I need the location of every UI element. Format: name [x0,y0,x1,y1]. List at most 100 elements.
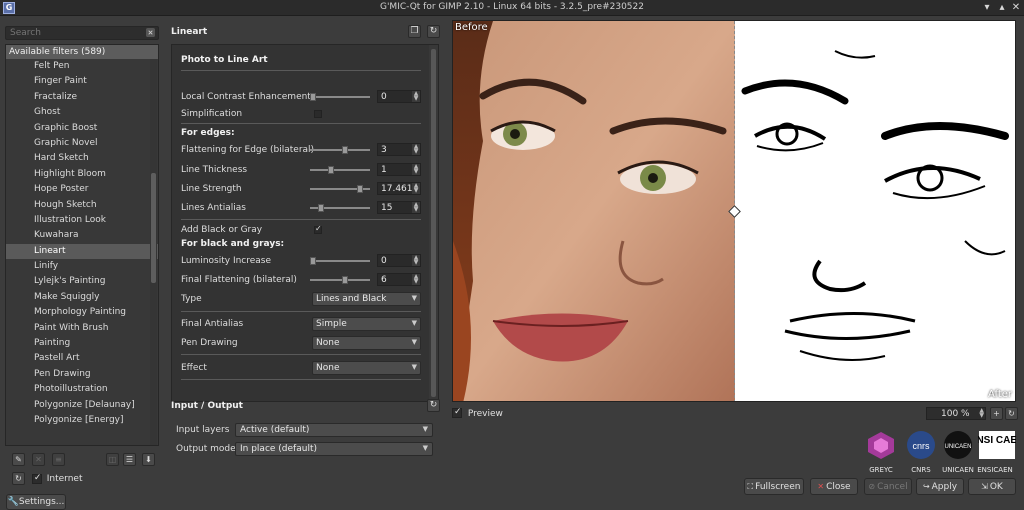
preview-checkbox[interactable] [452,407,462,418]
spin-arrows-icon[interactable]: ▲ ▼ [412,274,420,285]
filter-list-item[interactable]: Linify [6,259,158,274]
preview-canvas[interactable]: Before After [452,20,1016,402]
scrollbar-thumb[interactable] [151,173,156,283]
slider-knob[interactable] [342,146,349,154]
spin-arrows-icon[interactable]: ▲ ▼ [412,144,420,155]
filter-list-item[interactable]: Graphic Novel [6,136,158,151]
scrollbar-thumb[interactable] [431,49,436,397]
preview-label: Preview [467,408,503,419]
filter-list-item[interactable]: Photoillustration [6,382,158,397]
lines-antialias-spinbox[interactable]: 15 ▲ ▼ [377,201,421,214]
search-input[interactable] [6,27,146,39]
effect-dropdown[interactable]: None ▼ [312,361,421,375]
slider-knob[interactable] [327,166,334,174]
internet-checkbox[interactable] [31,473,42,484]
flattening-edge-spinbox[interactable]: 3 ▲ ▼ [377,143,421,156]
divider [181,354,421,355]
filter-list-item[interactable]: Kuwahara [6,228,158,243]
spin-arrows-icon[interactable]: ▲ ▼ [412,164,420,175]
edges-section-header: For edges: [181,128,235,138]
local-contrast-spinbox[interactable]: 0 ▲ ▼ [377,90,421,103]
filter-list-item[interactable]: Hard Sketch [6,151,158,166]
filter-list-item[interactable]: Highlight Bloom [6,167,158,182]
filter-list-item[interactable]: Felt Pen [6,59,158,74]
spin-arrows-icon[interactable]: ▲ ▼ [412,91,420,102]
filter-list-item[interactable]: Pen Drawing [6,367,158,382]
flattening-edge-slider[interactable] [310,145,370,155]
ok-button[interactable]: ⇲ OK [968,478,1016,495]
filter-list-item[interactable]: Polygonize [Energy] [6,413,158,428]
reset-io-icon[interactable]: ↻ [427,399,440,412]
rename-fave-icon[interactable]: ≡ [52,453,65,466]
luminosity-spinbox[interactable]: 0 ▲ ▼ [377,254,421,267]
settings-button[interactable]: 🔧Settings... [6,494,66,510]
slider-knob[interactable] [356,185,363,193]
filter-list-item[interactable]: Paint With Brush [6,321,158,336]
type-dropdown[interactable]: Lines and Black ▼ [312,292,421,306]
close-window-icon[interactable]: ✕ [1010,2,1022,14]
filter-list-item[interactable]: Ghost [6,105,158,120]
zoom-in-icon[interactable]: + [990,407,1003,420]
add-fave-icon[interactable]: ✎ [12,453,25,466]
slider-knob[interactable] [310,93,316,101]
pen-drawing-dropdown[interactable]: None ▼ [312,336,421,350]
line-strength-slider[interactable] [310,184,370,194]
luminosity-slider[interactable] [310,256,370,266]
visibility-icon[interactable]: ◫ [106,453,119,466]
fullscreen-button[interactable]: ⛶ Fullscreen [744,478,804,495]
search-clear-icon[interactable] [146,28,155,37]
ok-icon: ⇲ [981,482,988,491]
final-flattening-spinbox[interactable]: 6 ▲ ▼ [377,273,421,286]
filter-list-item[interactable]: Lineart [6,243,158,260]
lines-antialias-slider[interactable] [310,203,370,213]
remove-fave-icon[interactable]: ✕ [32,453,45,466]
cancel-button[interactable]: ⊘ Cancel [864,478,912,495]
filter-list-item[interactable]: Graphic Boost [6,121,158,136]
line-thickness-slider[interactable] [310,165,370,175]
simplification-checkbox[interactable] [314,110,322,118]
maximize-icon[interactable]: ▴ [996,2,1008,14]
expand-collapse-icon[interactable]: ☰ [123,453,136,466]
filter-list-item[interactable]: Lylejk's Painting [6,274,158,289]
filter-list-item[interactable]: Polygonize [Delaunay] [6,398,158,413]
apply-button[interactable]: ↪ Apply [916,478,964,495]
reset-params-icon[interactable]: ↻ [427,25,440,38]
slider-knob[interactable] [342,276,349,284]
preview-toggle[interactable]: Preview [452,407,503,419]
filter-list-item[interactable]: Hope Poster [6,182,158,197]
spin-arrows-icon[interactable]: ▲ ▼ [412,183,420,194]
slider-knob[interactable] [318,204,325,212]
filter-list-item[interactable]: Fractalize [6,90,158,105]
filter-list-item[interactable]: Hough Sketch [6,198,158,213]
internet-toggle[interactable]: ↻ Internet [12,472,152,486]
filter-list-item[interactable]: Painting [6,336,158,351]
output-mode-dropdown[interactable]: In place (default) ▼ [235,442,433,456]
filter-list-item[interactable]: Pastell Art [6,351,158,366]
spin-arrows-icon[interactable]: ▲ ▼ [979,408,984,419]
minimize-icon[interactable]: ▾ [981,2,993,14]
filter-list-item[interactable]: Illustration Look [6,213,158,228]
slider-knob[interactable] [310,257,316,265]
spin-arrows-icon[interactable]: ▲ ▼ [412,202,420,213]
line-thickness-spinbox[interactable]: 1 ▲ ▼ [377,163,421,176]
final-antialias-dropdown[interactable]: Simple ▼ [312,317,421,331]
filter-list-scrollbar[interactable] [150,59,157,445]
spin-arrows-icon[interactable]: ▲ ▼ [412,255,420,266]
add-black-gray-checkbox[interactable] [314,224,322,234]
filter-list-header[interactable]: Available filters (589) [6,45,158,59]
filter-tree[interactable]: Available filters (589) Felt Pen Finger P… [5,44,159,446]
zoom-reset-icon[interactable]: ↻ [1005,407,1018,420]
download-icon[interactable]: ⬇ [142,453,155,466]
filter-list-item[interactable]: Finger Paint [6,74,158,89]
filter-list-item[interactable]: Morphology Painting [6,305,158,320]
params-scrollbar[interactable] [429,45,438,401]
line-strength-spinbox[interactable]: 17.461 ▲ ▼ [377,182,421,195]
local-contrast-slider[interactable] [310,92,370,102]
refresh-icon[interactable]: ↻ [12,472,25,485]
input-layers-dropdown[interactable]: Active (default) ▼ [235,423,433,437]
close-button[interactable]: ✕ Close [810,478,858,495]
zoom-spinbox[interactable]: 100 % ▲ ▼ [926,407,986,420]
filter-list-item[interactable]: Make Squiggly [6,290,158,305]
final-flattening-slider[interactable] [310,275,370,285]
randomize-icon[interactable]: ❐ [408,25,421,38]
